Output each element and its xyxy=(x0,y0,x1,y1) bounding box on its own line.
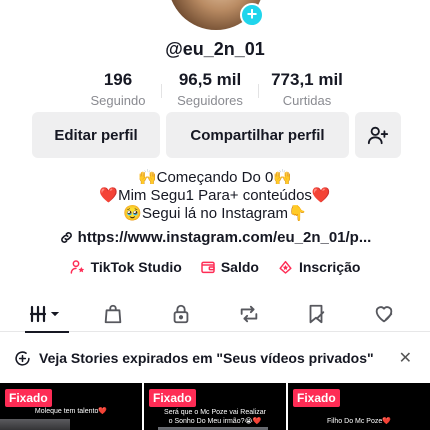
wallet-icon xyxy=(201,261,215,274)
pinned-badge: Fixado xyxy=(293,389,340,407)
likes-count: 773,1 mil xyxy=(271,70,343,89)
subscription-icon xyxy=(279,260,292,274)
plus-icon[interactable]: + xyxy=(240,3,264,27)
profile-stats: 196 Seguindo 96,5 mil Seguidores 773,1 m… xyxy=(0,70,430,108)
bio-line: 🥹Segui lá no Instagram👇 xyxy=(123,205,307,222)
shopping-bag-icon xyxy=(105,304,122,324)
stat-followers[interactable]: 96,5 mil Seguidores xyxy=(162,70,258,108)
bio: 🙌Começando Do 0🙌 ❤️Mim Segu1 Para+ conte… xyxy=(0,169,430,223)
pinned-badge: Fixado xyxy=(5,389,52,407)
bio-link-text[interactable]: https://www.instagram.com/eu_2n_01/p... xyxy=(78,229,372,246)
stories-banner[interactable]: Veja Stories expirados em "Seus vídeos p… xyxy=(0,344,430,372)
tab-shop[interactable] xyxy=(90,296,136,332)
followers-count: 96,5 mil xyxy=(178,70,242,89)
bio-link[interactable]: https://www.instagram.com/eu_2n_01/p... xyxy=(0,229,430,246)
video-caption: Filho Do Mc Poze❤️ xyxy=(327,418,391,425)
tab-videos[interactable] xyxy=(23,296,69,333)
lock-icon xyxy=(173,304,189,324)
banner-text: Veja Stories expirados em "Seus vídeos p… xyxy=(39,350,374,366)
video-preview xyxy=(0,419,70,430)
liked-icon xyxy=(375,306,393,323)
video-thumbnail[interactable]: Fixado Será que o Mc Poze vai Realizar o… xyxy=(144,383,286,430)
profile-actions: Editar perfil Compartilhar perfil xyxy=(32,112,401,158)
add-user-icon xyxy=(367,126,389,145)
pinned-badge: Fixado xyxy=(149,389,196,407)
add-story-icon xyxy=(15,350,30,366)
username: @eu_2n_01 xyxy=(165,39,265,59)
tool-tiktok-studio[interactable]: TikTok Studio xyxy=(70,259,182,275)
bio-line: 🙌Começando Do 0🙌 xyxy=(137,169,293,186)
link-icon xyxy=(60,232,72,243)
tool-inscricao[interactable]: Inscrição xyxy=(277,259,360,275)
followers-label: Seguidores xyxy=(177,93,243,108)
creator-tools: TikTok Studio Saldo Inscrição xyxy=(0,259,430,275)
video-thumbnail[interactable]: Fixado Moleque tem talento❤️ xyxy=(0,383,142,430)
video-thumbnail[interactable]: Fixado Filho Do Mc Poze❤️ xyxy=(288,383,430,430)
content-tabs xyxy=(0,296,430,333)
tab-liked[interactable] xyxy=(361,296,407,332)
tool-label: Inscrição xyxy=(298,259,361,275)
edit-profile-button[interactable]: Editar perfil xyxy=(32,112,160,158)
following-count: 196 xyxy=(103,70,133,89)
bio-line: ❤️Mim Segu1 Para+ conteúdos❤️ xyxy=(99,187,331,204)
stat-likes[interactable]: 773,1 mil Curtidas xyxy=(259,70,355,108)
video-caption: Moleque tem talento❤️ xyxy=(34,408,108,415)
tool-saldo[interactable]: Saldo xyxy=(200,259,259,275)
tab-private[interactable] xyxy=(158,296,204,332)
grid-icon xyxy=(29,305,59,323)
share-profile-button[interactable]: Compartilhar perfil xyxy=(166,112,349,158)
tool-label: Saldo xyxy=(220,259,259,275)
bookmark-icon xyxy=(310,304,325,324)
tab-saved[interactable] xyxy=(293,296,339,332)
repost-icon xyxy=(240,305,258,323)
video-grid: Fixado Moleque tem talento❤️ Fixado Será… xyxy=(0,383,430,430)
likes-label: Curtidas xyxy=(282,93,332,108)
following-label: Seguindo xyxy=(90,93,146,108)
avatar-container[interactable]: + xyxy=(168,0,264,30)
add-friend-button[interactable] xyxy=(355,112,401,158)
stat-following[interactable]: 196 Seguindo xyxy=(75,70,161,108)
video-caption: Será que o Mc Poze vai Realizar o Sonho … xyxy=(164,409,266,425)
tab-reposts[interactable] xyxy=(226,296,272,332)
close-icon[interactable]: ✕ xyxy=(399,348,412,368)
tool-label: TikTok Studio xyxy=(90,259,182,275)
studio-icon xyxy=(70,260,84,274)
